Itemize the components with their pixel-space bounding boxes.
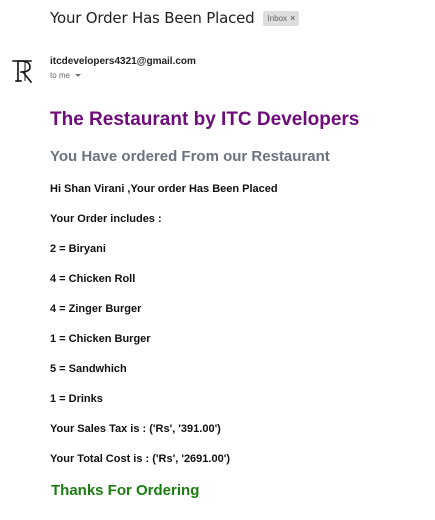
order-item: 4 = Zinger Burger <box>50 303 142 315</box>
caret-down-icon[interactable] <box>75 74 82 77</box>
order-item: 2 = Biryani <box>50 243 106 255</box>
recipient-details-toggle[interactable]: to me <box>50 71 82 80</box>
restaurant-title: The Restaurant by ITC Developers <box>50 109 360 130</box>
remove-label-icon[interactable]: × <box>290 13 295 23</box>
order-item: 5 = Sandwhich <box>50 363 127 375</box>
greeting-line: Hi Shan Virani ,Your order Has Been Plac… <box>50 183 278 195</box>
email-body: The Restaurant by ITC Developers You Hav… <box>50 109 359 499</box>
sales-tax-line: Your Sales Tax is : ('Rs', '391.00') <box>50 423 221 435</box>
order-item: 4 = Chicken Roll <box>50 273 136 285</box>
order-subtitle: You Have ordered From our Restaurant <box>50 148 330 165</box>
thanks-message: Thanks For Ordering <box>51 482 200 499</box>
order-includes-label: Your Order includes : <box>50 213 162 225</box>
email-header: Your Order Has Been Placed Inbox × <box>50 9 300 27</box>
order-item: 1 = Chicken Burger <box>50 333 151 345</box>
order-items-list: 2 = Biryani 4 = Chicken Roll 4 = Zinger … <box>50 242 359 406</box>
inbox-label-text: Inbox <box>267 13 288 23</box>
total-cost-line: Your Total Cost is : ('Rs', '2691.00') <box>50 453 230 465</box>
email-subject: Your Order Has Been Placed <box>50 9 255 27</box>
order-item: 1 = Drinks <box>50 393 103 405</box>
inbox-label-badge[interactable]: Inbox × <box>263 10 300 26</box>
sender-avatar-icon <box>12 60 33 84</box>
sender-email[interactable]: itcdevelopers4321@gmail.com <box>50 56 196 67</box>
recipient-label: to me <box>50 71 71 80</box>
